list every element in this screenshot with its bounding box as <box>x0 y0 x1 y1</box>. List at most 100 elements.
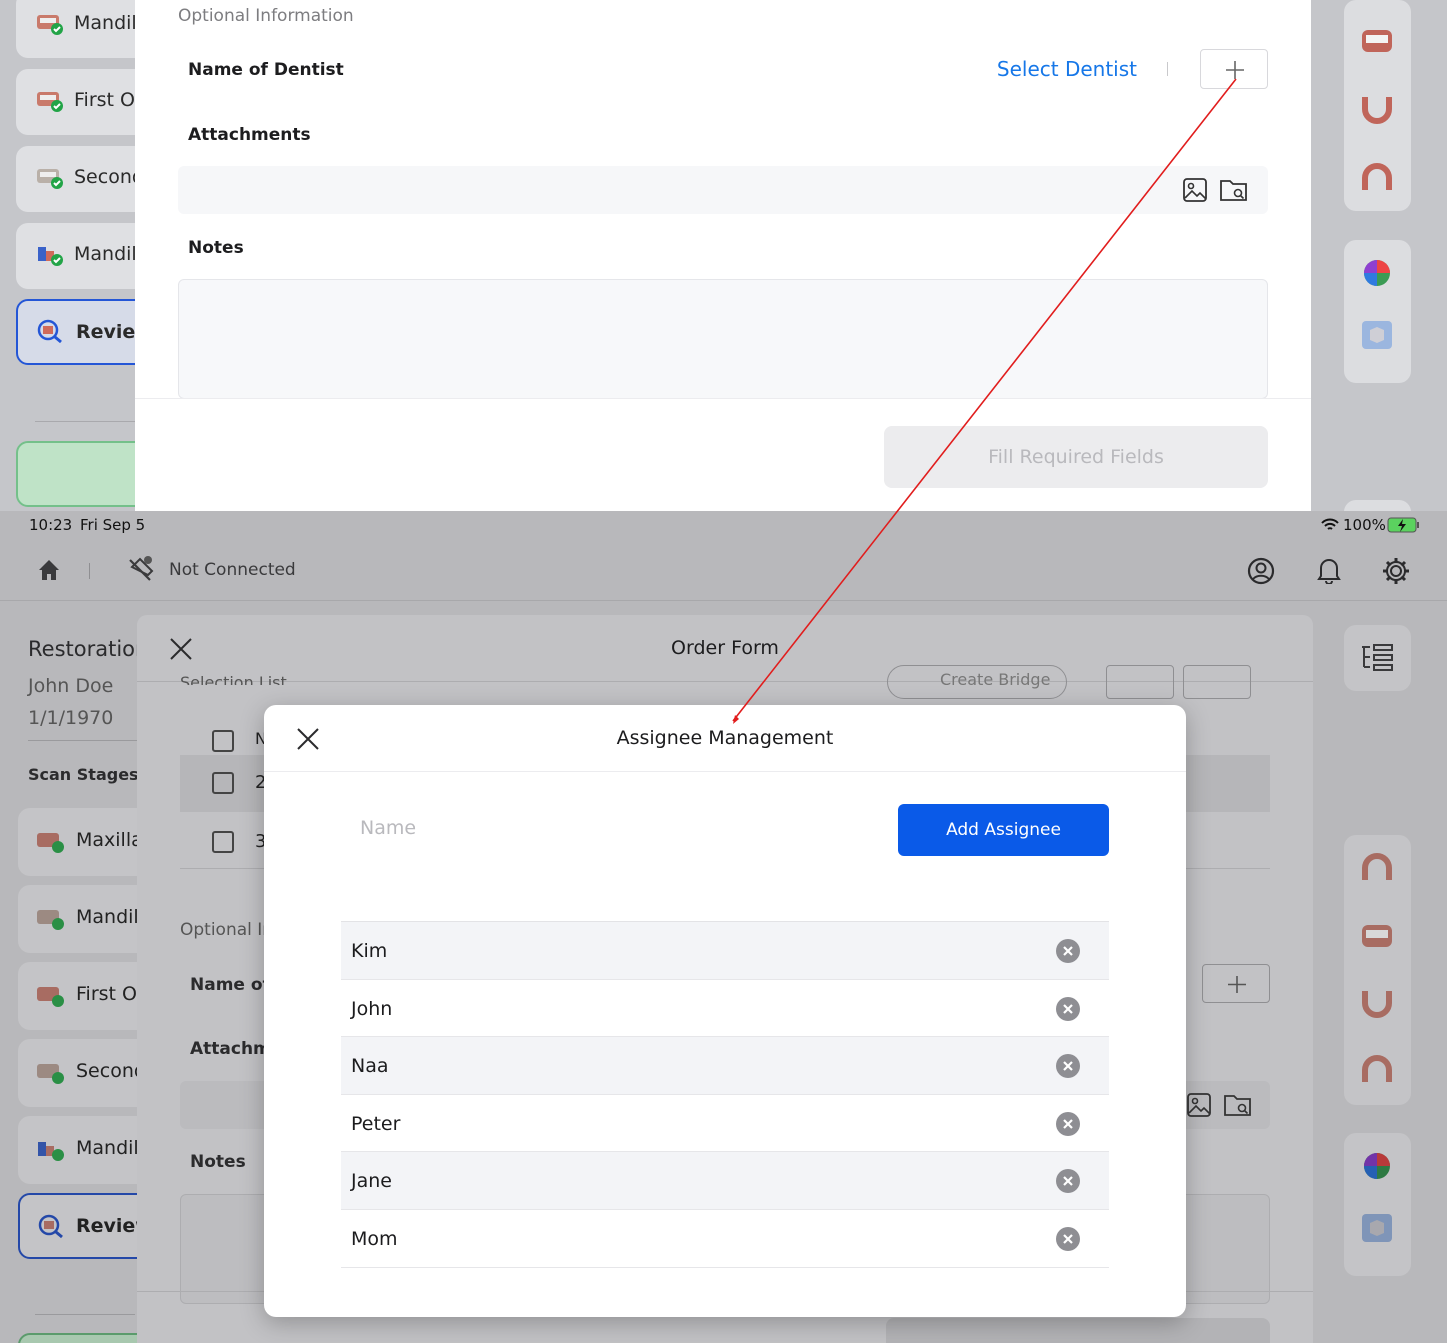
remove-x-icon <box>1063 1061 1073 1071</box>
list-item: Kim <box>341 922 1109 980</box>
divider <box>28 740 138 741</box>
add-assignee-button[interactable]: Add Assignee <box>898 804 1109 856</box>
add-dentist-button[interactable] <box>1202 964 1270 1003</box>
add-dentist-button[interactable] <box>1200 49 1268 89</box>
folder-search-icon[interactable] <box>1223 1092 1253 1118</box>
lower-arch-icon[interactable] <box>1360 94 1394 124</box>
jaw-check-icon <box>37 833 64 853</box>
color-map-icon[interactable] <box>1360 258 1394 288</box>
tree-toolbar <box>1344 625 1411 691</box>
jaw-check-icon <box>37 910 64 930</box>
lower-jaw-icon[interactable] <box>1360 1055 1394 1085</box>
notes-label: Notes <box>190 1152 246 1172</box>
remove-circle-icon[interactable] <box>1056 1054 1080 1079</box>
remove-x-icon <box>1063 946 1073 956</box>
remove-x-icon <box>1063 1234 1073 1244</box>
status-bar: 10:23 Fri Sep 5 100% <box>0 511 1447 541</box>
right-toolbar-edge <box>1344 500 1411 511</box>
bite-check-icon <box>38 247 63 266</box>
bell-icon[interactable] <box>1316 556 1342 584</box>
notes-textarea[interactable] <box>178 279 1268 399</box>
status-time: 10:23 <box>29 516 73 534</box>
create-bridge-button[interactable]: Create Bridge <box>887 665 1067 699</box>
section-title: Optional Information <box>178 6 354 26</box>
list-item: Naa <box>341 1037 1109 1095</box>
remove-circle-icon[interactable] <box>1056 1169 1080 1194</box>
color-map-icon[interactable] <box>1360 1151 1394 1181</box>
home-icon[interactable] <box>37 558 62 582</box>
row-checkbox[interactable] <box>212 730 234 752</box>
list-item: Peter <box>341 1095 1109 1153</box>
jaw-check-icon <box>37 92 63 112</box>
footer-divider <box>135 398 1311 399</box>
patient-dob: 1/1/1970 <box>28 707 114 729</box>
selection-list-title: Selection List <box>180 673 287 685</box>
status-date: Fri Sep 5 <box>80 516 146 534</box>
order-form-title: Order Form <box>671 637 779 659</box>
notes-label: Notes <box>188 238 244 258</box>
jaw-check-icon <box>37 1064 64 1084</box>
cube-view-icon[interactable] <box>1360 320 1394 350</box>
optional-info-title: Optional In <box>180 920 274 940</box>
image-icon[interactable] <box>1182 177 1208 203</box>
jaw-check-icon <box>37 987 64 1007</box>
divider <box>1167 62 1168 76</box>
app-screen: 10:23 Fri Sep 5 100% Not Connected Resto… <box>0 511 1447 1343</box>
restoration-title: Restoration <box>28 637 149 661</box>
name-input[interactable] <box>342 803 862 853</box>
gear-icon[interactable] <box>1381 556 1411 586</box>
fill-required-fields-button[interactable]: Fill Required Fields <box>884 426 1268 488</box>
review-icon <box>38 1214 63 1239</box>
upper-arch-icon[interactable] <box>1360 163 1394 193</box>
remove-circle-icon[interactable] <box>1056 996 1080 1021</box>
right-toolbar-view <box>1344 1133 1411 1276</box>
wifi-icon <box>1321 518 1339 530</box>
row-checkbox[interactable] <box>212 831 234 853</box>
list-item: John <box>341 980 1109 1038</box>
battery-charging-icon <box>1387 517 1419 533</box>
remove-circle-icon[interactable] <box>1056 939 1080 963</box>
lower-arch-icon[interactable] <box>1360 988 1394 1018</box>
remove-circle-icon[interactable] <box>1056 1111 1080 1136</box>
review-icon <box>37 319 62 343</box>
remove-circle-icon[interactable] <box>1056 1226 1080 1251</box>
dentist-label: Name of <box>190 975 270 995</box>
profile-icon[interactable] <box>1247 557 1275 585</box>
attachments-label: Attachments <box>188 125 311 145</box>
assignee-name: Jane <box>351 1170 392 1193</box>
delete-row-button[interactable] <box>1183 665 1251 699</box>
list-item: Mom <box>341 1210 1109 1268</box>
assignee-name: John <box>351 997 393 1020</box>
row-checkbox[interactable] <box>212 772 234 794</box>
assignee-list: Kim John Naa Peter Jane Mom <box>341 921 1109 1268</box>
attachments-bar <box>178 166 1268 214</box>
list-item: Jane <box>341 1152 1109 1210</box>
connection-status: Not Connected <box>169 560 296 580</box>
assignee-name: Peter <box>351 1112 401 1135</box>
folder-search-icon[interactable] <box>1219 177 1249 203</box>
remove-x-icon <box>1063 1176 1073 1187</box>
select-dentist-link[interactable]: Select Dentist <box>997 57 1137 81</box>
top-navigation: Not Connected <box>0 541 1447 601</box>
tree-list-icon[interactable] <box>1360 642 1394 672</box>
remove-x-icon <box>1063 1003 1073 1014</box>
add-row-button[interactable] <box>1106 665 1174 699</box>
right-toolbar <box>1344 835 1411 1105</box>
right-toolbar-view <box>1344 240 1411 383</box>
image-icon[interactable] <box>1186 1092 1212 1118</box>
assignee-management-modal: Assignee Management Add Assignee Kim John… <box>264 705 1186 1317</box>
plus-icon <box>1226 61 1244 79</box>
remove-x-icon <box>1063 1119 1073 1129</box>
fill-required-fields-button[interactable] <box>886 1318 1270 1343</box>
divider <box>89 563 90 579</box>
assignee-name: Kim <box>351 940 388 962</box>
modal-title: Assignee Management <box>616 727 834 749</box>
cube-view-icon[interactable] <box>1360 1213 1394 1243</box>
upper-arch-icon[interactable] <box>1360 853 1394 883</box>
upper-jaw-icon[interactable] <box>1360 921 1394 951</box>
bite-check-icon <box>38 1142 64 1161</box>
plus-icon <box>1228 976 1246 993</box>
jaw-check-icon <box>37 169 63 189</box>
upper-jaw-icon[interactable] <box>1360 26 1394 56</box>
nav-divider <box>35 421 135 422</box>
